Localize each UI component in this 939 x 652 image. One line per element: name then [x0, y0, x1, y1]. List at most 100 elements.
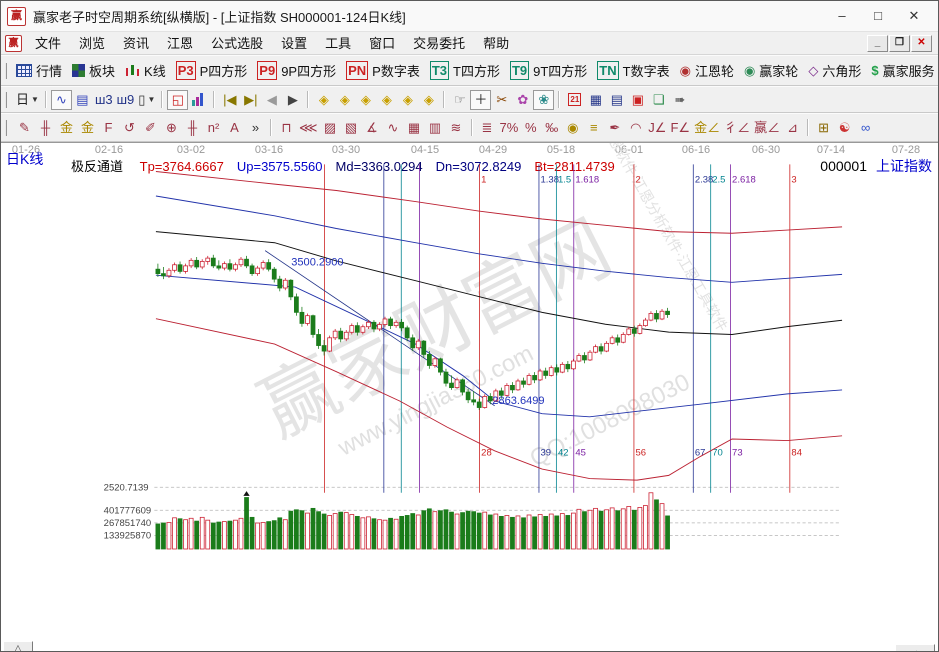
t-square-button[interactable]: T3T四方形 — [425, 60, 505, 81]
mdi-minimize-button[interactable]: _ — [867, 35, 888, 52]
gold-levels-button[interactable]: ≡ — [583, 118, 604, 138]
export-button[interactable]: ➠ — [669, 90, 690, 110]
wave9-button[interactable]: ш9 — [115, 90, 137, 110]
compress-all-button[interactable]: ◈ — [397, 90, 418, 110]
kline-button[interactable]: K线 — [120, 60, 171, 81]
ink-pen-button[interactable]: ✒ — [604, 118, 625, 138]
time-cycle-button[interactable]: ⊕ — [161, 118, 182, 138]
gold-angle-button[interactable]: 金∠ — [692, 118, 722, 138]
walk-angle-button[interactable]: 彳∠ — [722, 118, 752, 138]
menu-window[interactable]: 窗口 — [360, 33, 404, 54]
menu-trade[interactable]: 交易委托 — [404, 33, 474, 54]
compress-h-button[interactable]: ◈ — [355, 90, 376, 110]
crosshair-button[interactable]: ＋ — [470, 90, 491, 110]
annotate-button[interactable]: ✂ — [491, 90, 512, 110]
spiral-button[interactable]: ↺ — [119, 118, 140, 138]
percent-button[interactable]: % — [520, 118, 541, 138]
f-angle-button[interactable]: F∠ — [668, 118, 692, 138]
cursor-a-button[interactable]: A — [224, 118, 245, 138]
close-button[interactable]: ✕ — [896, 1, 932, 31]
expand-h-button[interactable]: ◈ — [376, 90, 397, 110]
taiji-button[interactable]: ☯ — [834, 118, 855, 138]
menu-browse[interactable]: 浏览 — [70, 33, 114, 54]
gann-wheel-button[interactable]: ◉江恩轮 — [675, 60, 739, 81]
scale-button[interactable]: ≣ — [477, 118, 498, 138]
fan-lines-button[interactable]: ⋘ — [297, 118, 320, 138]
candle-style-button[interactable]: ▯▼ — [136, 90, 157, 110]
prev-bar-button[interactable]: ◀ — [261, 90, 282, 110]
sectors-button[interactable]: 板块 — [67, 60, 120, 81]
minimize-button[interactable]: – — [824, 1, 860, 31]
menu-settings[interactable]: 设置 — [272, 33, 316, 54]
calculator-button[interactable]: ▦ — [585, 90, 606, 110]
period-day-button[interactable]: 日▼ — [14, 90, 41, 110]
grid-lines-button[interactable]: ╫ — [35, 118, 56, 138]
gold-circle-button[interactable]: ◉ — [562, 118, 583, 138]
draw-pen-button[interactable]: ✎ — [14, 118, 35, 138]
matrix-button[interactable]: ▦ — [404, 118, 425, 138]
price-volume-chart[interactable]: 赢家财富网www.yingjia360.comQQ:1008098030赢家江恩… — [1, 143, 939, 652]
rect-tool-button[interactable]: ⊓ — [276, 118, 297, 138]
hexagon-button[interactable]: ◇六角形 — [803, 60, 866, 81]
angle-lines-button[interactable]: ∡ — [362, 118, 383, 138]
menu-gann[interactable]: 江恩 — [158, 33, 202, 54]
expand-all-button[interactable]: ◈ — [418, 90, 439, 110]
gann-box-button[interactable]: ▨ — [320, 118, 341, 138]
t-number-table-button[interactable]: TNT数字表 — [592, 60, 674, 81]
shift-right-button[interactable]: ◈ — [334, 90, 355, 110]
spiral-icon: ↺ — [124, 119, 135, 137]
scroll-up-button[interactable]: △ — [3, 641, 33, 652]
winner-service-button[interactable]: $赢家服务 — [866, 60, 939, 81]
flower-tool-button[interactable]: ✿ — [512, 90, 533, 110]
first-bar-button[interactable]: |◀ — [219, 90, 240, 110]
last-bar-button[interactable]: ▶| — [240, 90, 261, 110]
menu-tools[interactable]: 工具 — [316, 33, 360, 54]
shift-left-button[interactable]: ◈ — [313, 90, 334, 110]
marker-pen-button[interactable]: ✐ — [140, 118, 161, 138]
quotes-button[interactable]: 行情 — [11, 60, 67, 81]
matrix2-button[interactable]: ▥ — [425, 118, 446, 138]
winner-wheel-button[interactable]: ◉赢家轮 — [739, 60, 803, 81]
menu-help[interactable]: 帮助 — [474, 33, 518, 54]
arc-button[interactable]: ◠ — [625, 118, 646, 138]
square-cycle-button[interactable]: ⊞ — [813, 118, 834, 138]
mdi-close-button[interactable]: ✕ — [911, 35, 932, 52]
kline-extra-button[interactable]: ◱ — [167, 90, 188, 110]
price-grid-button[interactable]: ╫ — [182, 118, 203, 138]
permille-button[interactable]: ‰ — [541, 118, 562, 138]
more-tools-button[interactable]: » — [245, 118, 266, 138]
menu-formula-stock-pick[interactable]: 公式选股 — [202, 33, 272, 54]
color-chart-button[interactable] — [188, 90, 209, 110]
scroll-right-button[interactable]: → — [895, 644, 935, 652]
mdi-restore-button[interactable]: ❐ — [889, 35, 910, 52]
next-bar-button[interactable]: ▶ — [282, 90, 303, 110]
win-angle-button[interactable]: 嬴∠ — [752, 118, 782, 138]
region-view-button[interactable]: ∿ — [51, 90, 72, 110]
wave3-button[interactable]: ш3 — [93, 90, 115, 110]
maximize-button[interactable]: □ — [860, 1, 896, 31]
hatch-button[interactable]: ≋ — [446, 118, 467, 138]
menu-file[interactable]: 文件 — [26, 33, 70, 54]
retrace7-button[interactable]: 7% — [498, 118, 521, 138]
p-number-table-button[interactable]: PNP数字表 — [341, 60, 425, 81]
tri-angle-button[interactable]: ⊿ — [782, 118, 803, 138]
fib-button[interactable]: F — [98, 118, 119, 138]
pan-hand-button[interactable]: ☞ — [449, 90, 470, 110]
gann-grid-button[interactable]: ▧ — [341, 118, 362, 138]
pattern-tool-button[interactable]: ❀ — [533, 90, 554, 110]
nine-p-square-button[interactable]: P99P四方形 — [252, 60, 341, 81]
j-angle-button[interactable]: J∠ — [646, 118, 668, 138]
save-button[interactable]: ▣ — [627, 90, 648, 110]
p-square-button[interactable]: P3P四方形 — [171, 60, 253, 81]
n-square-button[interactable]: n² — [203, 118, 224, 138]
gann-gold2-button[interactable]: 金 — [77, 118, 98, 138]
menu-news[interactable]: 资讯 — [114, 33, 158, 54]
gann-gold-button[interactable]: 金 — [56, 118, 77, 138]
wave-tool-button[interactable]: ∿ — [383, 118, 404, 138]
notes-button[interactable]: ▤ — [606, 90, 627, 110]
nine-t-square-button[interactable]: T99T四方形 — [505, 60, 592, 81]
calendar-button[interactable]: 21 — [564, 90, 585, 110]
infinity-button[interactable]: ∞ — [855, 118, 876, 138]
data-manage-button[interactable]: ❏ — [648, 90, 669, 110]
info-view-button[interactable]: ▤ — [72, 90, 93, 110]
